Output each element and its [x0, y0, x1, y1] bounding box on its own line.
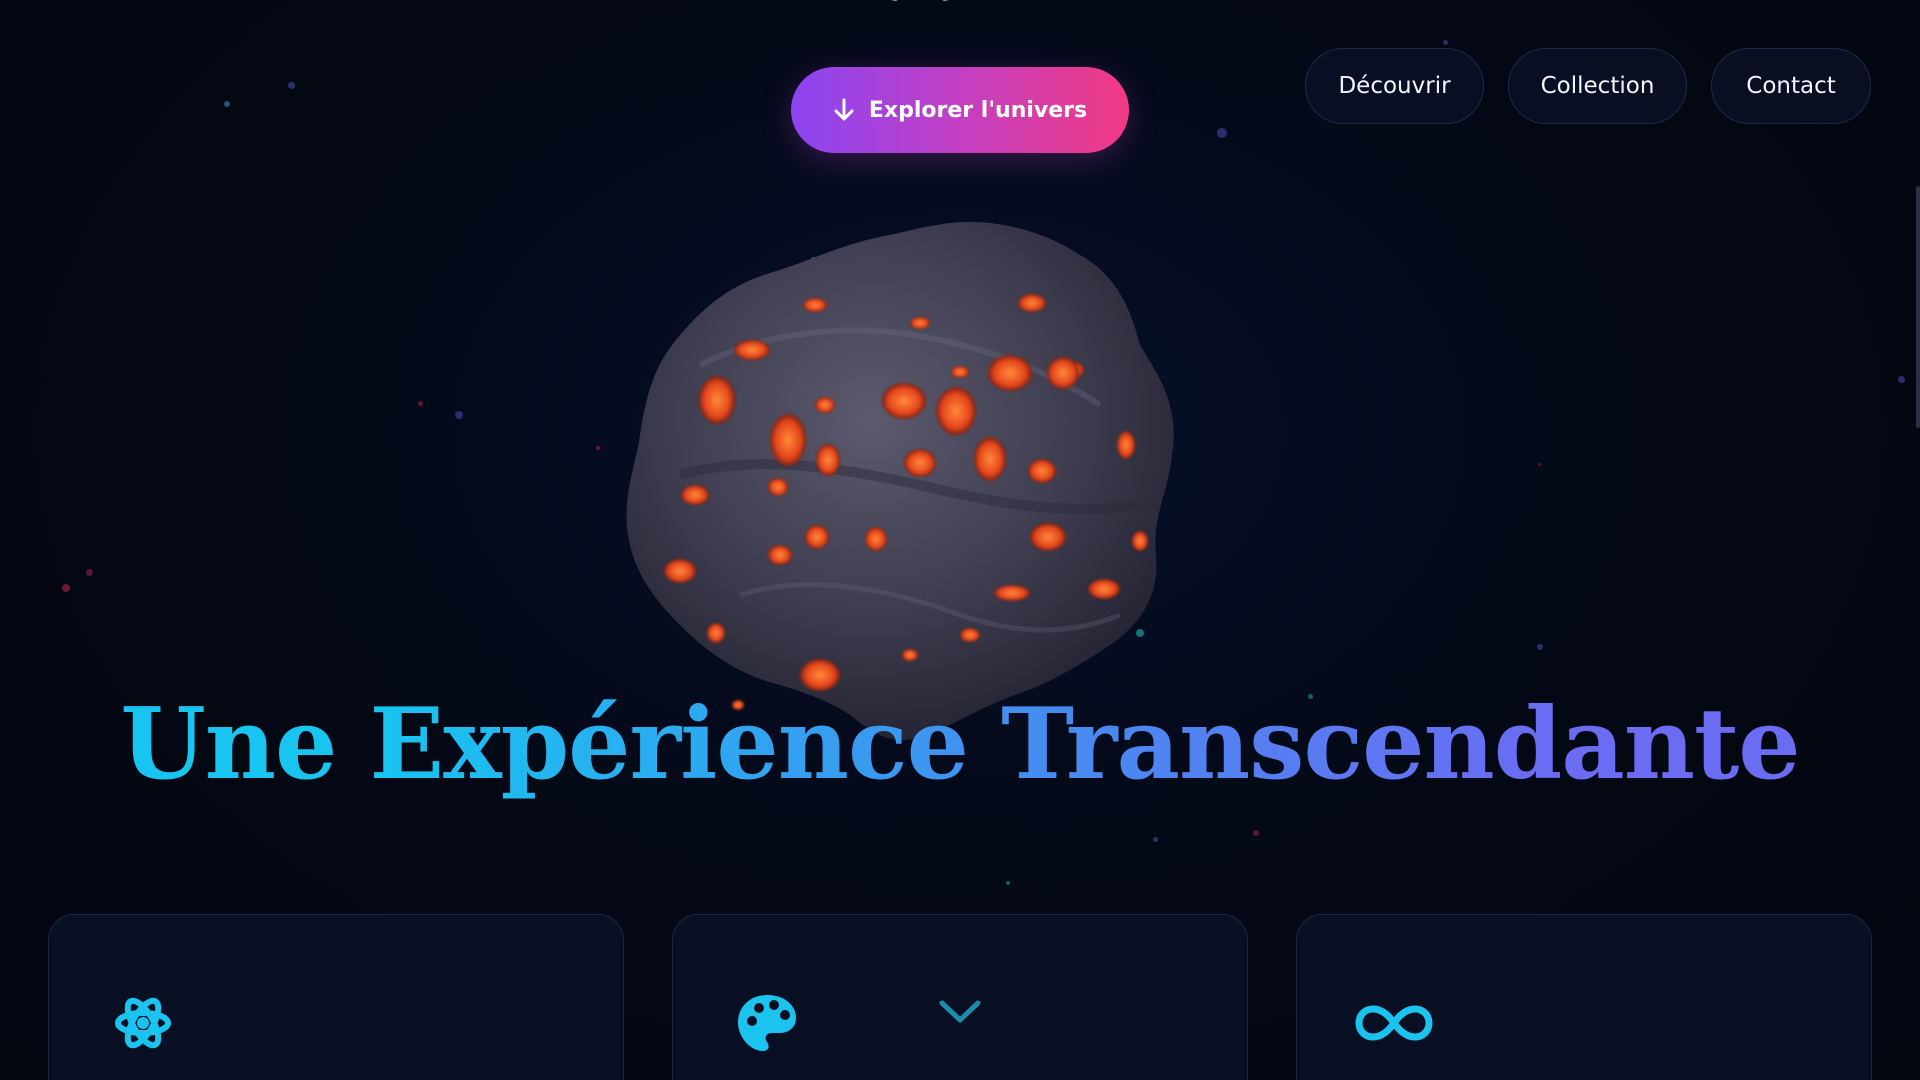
nav-item-label: Collection — [1540, 73, 1655, 99]
hero-title: Une Expérience Transcendante — [0, 680, 1920, 810]
page: Découvrir Collection Contact Explorer l'… — [0, 0, 1920, 1080]
nav-item-label: Contact — [1746, 73, 1836, 99]
feature-card[interactable] — [48, 914, 624, 1080]
nav-item-contact[interactable]: Contact — [1711, 48, 1871, 124]
explore-universe-button[interactable]: Explorer l'univers — [791, 67, 1129, 153]
top-navigation: Découvrir Collection Contact — [1305, 48, 1871, 124]
arrow-down-icon — [834, 98, 854, 121]
scroll-down-chevron-icon[interactable] — [937, 996, 983, 1026]
scrollbar-thumb[interactable] — [1916, 186, 1920, 428]
atom-icon — [115, 997, 171, 1049]
nav-item-collection[interactable]: Collection — [1508, 48, 1687, 124]
nav-item-decouvrir[interactable]: Découvrir — [1305, 48, 1484, 124]
cropped-heading-fragment — [892, 0, 948, 1]
explore-universe-label: Explorer l'univers — [868, 97, 1088, 123]
infinity-icon — [1355, 1005, 1433, 1041]
asteroid-3d-object[interactable] — [620, 215, 1190, 755]
palette-icon — [738, 995, 796, 1051]
nav-item-label: Découvrir — [1338, 73, 1451, 99]
feature-card[interactable] — [1296, 914, 1872, 1080]
